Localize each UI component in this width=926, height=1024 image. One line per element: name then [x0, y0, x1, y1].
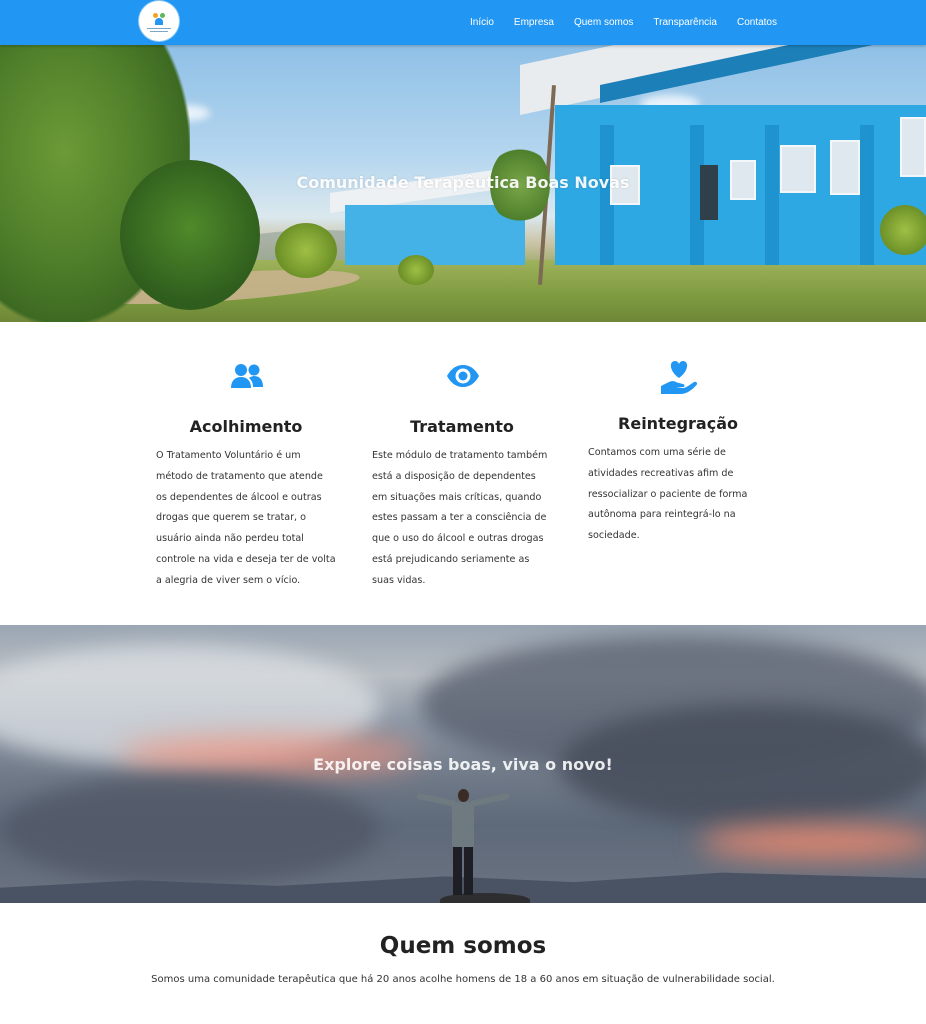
- navbar: Início Empresa Quem somos Transparência …: [0, 0, 926, 45]
- feature-title: Acolhimento: [189, 417, 303, 436]
- hand-heart-icon: [659, 358, 699, 398]
- feature-text: Contamos com uma série de atividades rec…: [588, 447, 748, 542]
- logo[interactable]: [139, 1, 179, 41]
- people-icon: [227, 356, 267, 396]
- feature-text: Este módulo de tratamento também está a …: [372, 450, 548, 586]
- logo-mark-icon: [152, 12, 166, 25]
- hero-title: Comunidade Terapêutica Boas Novas: [296, 173, 630, 192]
- about-text: Somos uma comunidade terapêutica que há …: [151, 974, 775, 985]
- nav-link-empresa[interactable]: Empresa: [514, 17, 554, 28]
- features-section: Acolhimento O Tratamento Voluntário é um…: [0, 322, 926, 625]
- feature-title: Tratamento: [410, 417, 514, 436]
- hero-banner-building: Comunidade Terapêutica Boas Novas: [0, 45, 926, 322]
- nav-link-quem-somos[interactable]: Quem somos: [574, 17, 633, 28]
- nav-menu: Início Empresa Quem somos Transparência …: [470, 0, 777, 45]
- nav-link-inicio[interactable]: Início: [470, 17, 494, 28]
- nav-link-transparencia[interactable]: Transparência: [653, 17, 717, 28]
- eye-icon: [443, 356, 483, 396]
- hero2-title: Explore coisas boas, viva o novo!: [313, 755, 613, 774]
- about-title: Quem somos: [379, 933, 547, 959]
- nav-link-contatos[interactable]: Contatos: [737, 17, 777, 28]
- about-section: Quem somos Somos uma comunidade terapêut…: [0, 903, 926, 1024]
- feature-text: O Tratamento Voluntário é um método de t…: [156, 450, 336, 586]
- hero-banner-sunset: Explore coisas boas, viva o novo!: [0, 625, 926, 903]
- feature-title: Reintegração: [618, 414, 738, 433]
